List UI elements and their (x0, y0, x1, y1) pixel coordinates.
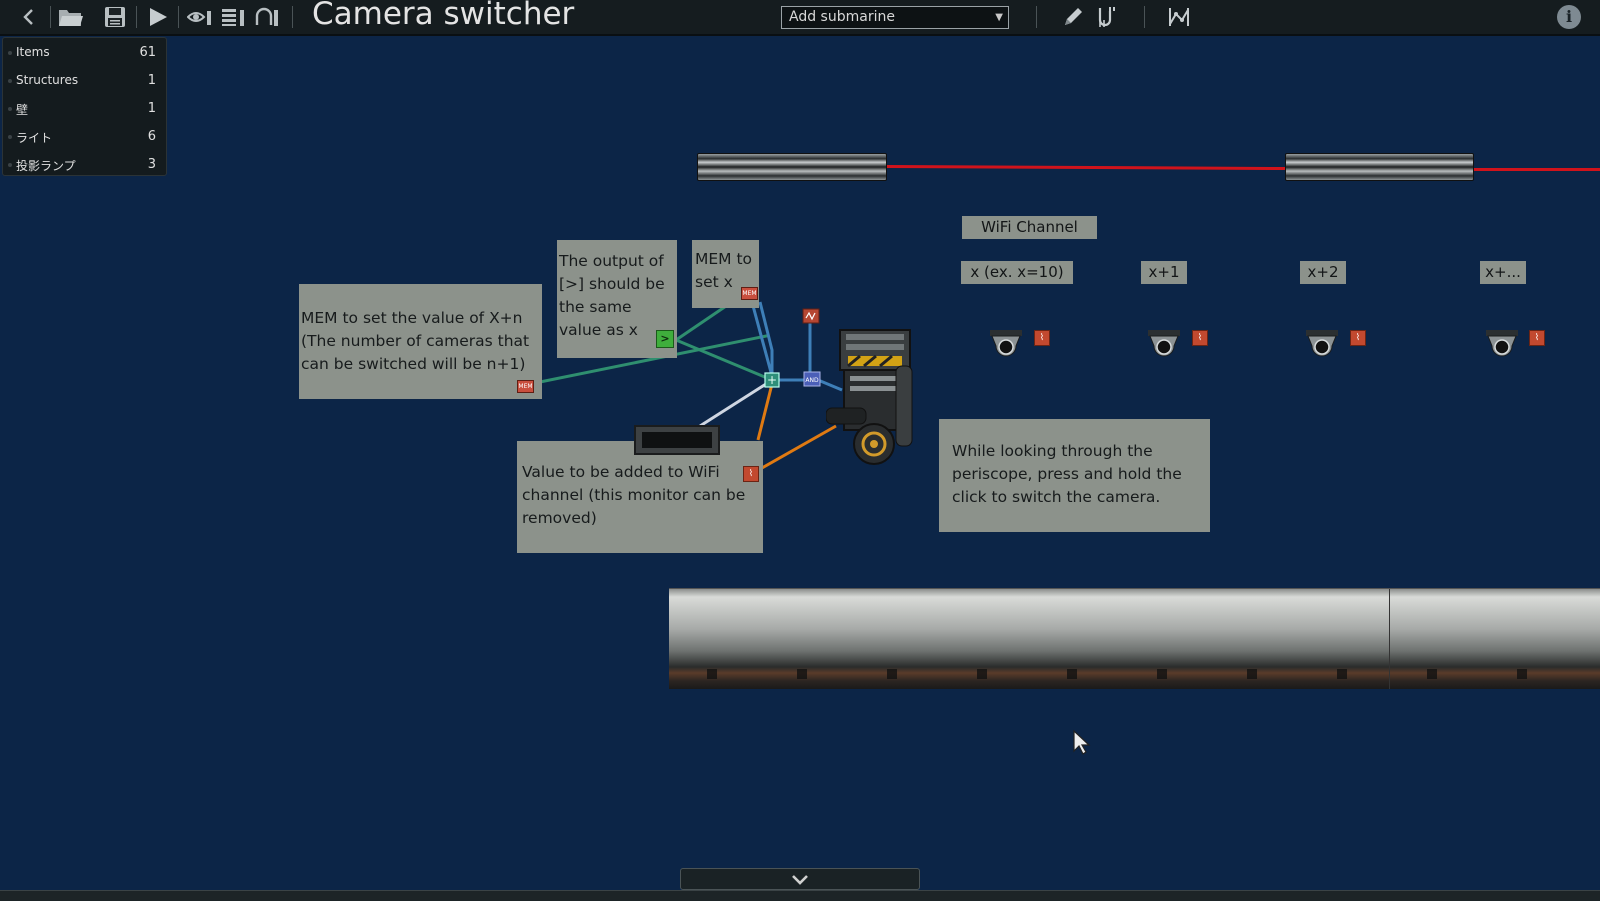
wifi-component-icon[interactable]: ⌇ (1529, 330, 1545, 346)
chevron-down-icon (792, 875, 808, 885)
wifi-component-icon[interactable]: ⌇ (1034, 330, 1050, 346)
expand-panel-button[interactable] (680, 868, 920, 890)
svg-text:AND: AND (805, 377, 819, 384)
camera-channel-label-x1: x+1 (1141, 261, 1187, 284)
note-text: The output of [>] should be the same val… (559, 252, 665, 339)
note-value-added[interactable]: Value to be added to WiFi channel (this … (517, 441, 763, 553)
orange-wire (756, 383, 774, 441)
wifi-component-icon[interactable]: ⌇ (743, 466, 759, 482)
svg-text:+: + (767, 373, 777, 387)
note-text: MEM to set the value of X+n (The number … (301, 309, 530, 373)
white-wire (699, 382, 767, 428)
wifi-component-icon[interactable]: ⌇ (1350, 330, 1366, 346)
camera-icon[interactable] (1484, 328, 1520, 358)
note-mem-xn[interactable]: MEM to set the value of X+n (The number … (299, 284, 542, 399)
camera-icon[interactable] (988, 328, 1024, 358)
orange-wire (761, 424, 837, 470)
memory-component-icon[interactable]: MEM (517, 380, 534, 393)
wifi-channel-label: WiFi Channel (962, 216, 1097, 239)
memory-component-icon[interactable]: MEM (741, 287, 758, 300)
wiring-diagram: + AND (539, 300, 843, 470)
greater-component-icon[interactable]: > (656, 330, 674, 348)
camera-channel-label-xn: x+... (1480, 261, 1526, 284)
hull-wall-structure[interactable] (669, 588, 1600, 689)
camera-channel-label-x: x (ex. x=10) (961, 261, 1073, 284)
camera-channel-label-x2: x+2 (1300, 261, 1346, 284)
note-periscope[interactable]: While looking through the periscope, pre… (939, 419, 1210, 532)
hull-rivets (669, 669, 1600, 679)
wifi-component-icon[interactable]: ⌇ (1192, 330, 1208, 346)
monitor-display[interactable] (634, 425, 720, 455)
camera-icon[interactable] (1304, 328, 1340, 358)
hull-seam (1389, 589, 1390, 689)
periscope[interactable] (826, 326, 922, 474)
note-text: MEM to set x (695, 250, 753, 291)
note-text: While looking through the periscope, pre… (952, 442, 1182, 506)
bottom-bar (0, 890, 1600, 901)
mouse-cursor-icon (1073, 729, 1091, 755)
note-text: Value to be added to WiFi channel (this … (522, 463, 746, 527)
camera-icon[interactable] (1146, 328, 1182, 358)
